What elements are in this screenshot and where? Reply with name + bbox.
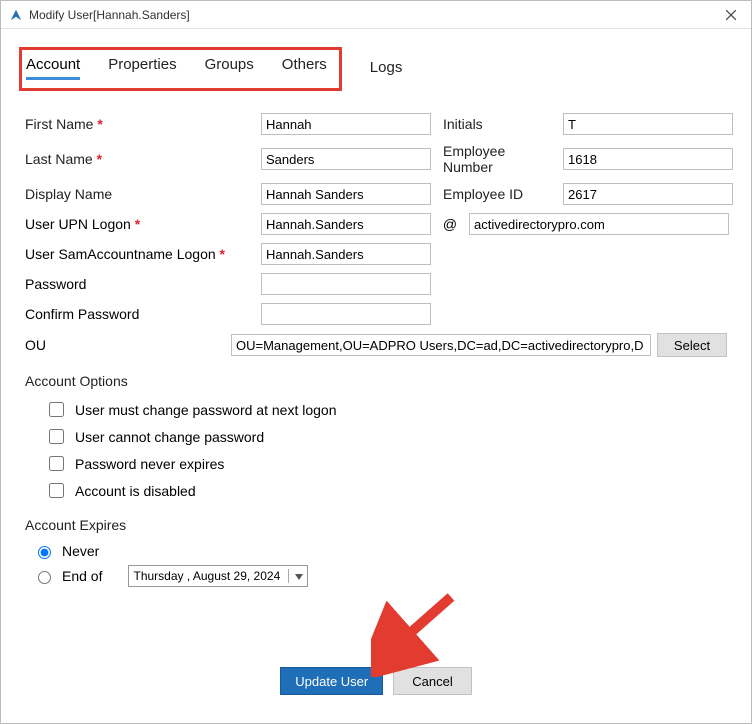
label-employee-id: Employee ID bbox=[437, 186, 557, 202]
cancel-button[interactable]: Cancel bbox=[393, 667, 471, 695]
tab-groups[interactable]: Groups bbox=[205, 56, 254, 80]
employee-id-field[interactable] bbox=[563, 183, 733, 205]
label-end-of: End of bbox=[62, 568, 102, 584]
app-icon bbox=[9, 8, 23, 22]
sam-field[interactable] bbox=[261, 243, 431, 265]
upn-domain-field[interactable] bbox=[469, 213, 729, 235]
titlebar: Modify User[Hannah.Sanders] bbox=[1, 1, 751, 29]
expire-date-picker[interactable]: Thursday , August 29, 2024 bbox=[128, 565, 308, 587]
label-must-change: User must change password at next logon bbox=[75, 402, 336, 418]
label-employee-number: Employee Number bbox=[437, 143, 557, 175]
section-account-options: Account Options bbox=[25, 373, 727, 389]
confirm-password-field[interactable] bbox=[261, 303, 431, 325]
label-ou: OU bbox=[25, 337, 225, 353]
label-last-name: Last Name bbox=[25, 151, 255, 167]
label-sam: User SamAccountname Logon bbox=[25, 246, 255, 262]
tab-account[interactable]: Account bbox=[26, 56, 80, 80]
label-confirm-password: Confirm Password bbox=[25, 306, 255, 322]
expire-date-value: Thursday , August 29, 2024 bbox=[133, 569, 280, 583]
employee-number-field[interactable] bbox=[563, 148, 733, 170]
checkbox-disabled[interactable] bbox=[49, 483, 64, 498]
checkbox-must-change[interactable] bbox=[49, 402, 64, 417]
ou-field[interactable] bbox=[231, 334, 651, 356]
close-icon bbox=[726, 10, 736, 20]
window-title: Modify User[Hannah.Sanders] bbox=[29, 8, 190, 22]
radio-never[interactable] bbox=[38, 546, 51, 559]
close-button[interactable] bbox=[719, 5, 743, 25]
label-never-expires: Password never expires bbox=[75, 456, 224, 472]
initials-field[interactable] bbox=[563, 113, 733, 135]
label-disabled: Account is disabled bbox=[75, 483, 196, 499]
annotation-highlight: Account Properties Groups Others bbox=[19, 47, 342, 91]
label-password: Password bbox=[25, 276, 255, 292]
select-ou-button[interactable]: Select bbox=[657, 333, 727, 357]
tab-properties[interactable]: Properties bbox=[108, 56, 176, 80]
at-symbol: @ bbox=[437, 216, 463, 232]
update-user-button[interactable]: Update User bbox=[280, 667, 383, 695]
checkbox-cannot-change[interactable] bbox=[49, 429, 64, 444]
first-name-field[interactable] bbox=[261, 113, 431, 135]
label-never: Never bbox=[62, 543, 99, 559]
last-name-field[interactable] bbox=[261, 148, 431, 170]
tab-logs[interactable]: Logs bbox=[370, 59, 403, 80]
radio-end-of[interactable] bbox=[38, 571, 51, 584]
tab-others[interactable]: Others bbox=[282, 56, 327, 80]
section-account-expires: Account Expires bbox=[25, 517, 727, 533]
label-cannot-change: User cannot change password bbox=[75, 429, 264, 445]
dialog-footer: Update User Cancel bbox=[25, 667, 727, 695]
tab-bar: Account Properties Groups Others Logs bbox=[1, 29, 751, 99]
label-initials: Initials bbox=[437, 116, 557, 132]
label-first-name: First Name bbox=[25, 116, 255, 132]
upn-field[interactable] bbox=[261, 213, 431, 235]
form-content: First Name Initials Last Name Employee N… bbox=[1, 99, 751, 705]
chevron-down-icon bbox=[288, 569, 303, 583]
modify-user-window: Modify User[Hannah.Sanders] Account Prop… bbox=[0, 0, 752, 724]
label-upn: User UPN Logon bbox=[25, 216, 255, 232]
checkbox-never-expires[interactable] bbox=[49, 456, 64, 471]
password-field[interactable] bbox=[261, 273, 431, 295]
display-name-field[interactable] bbox=[261, 183, 431, 205]
label-display-name: Display Name bbox=[25, 186, 255, 202]
